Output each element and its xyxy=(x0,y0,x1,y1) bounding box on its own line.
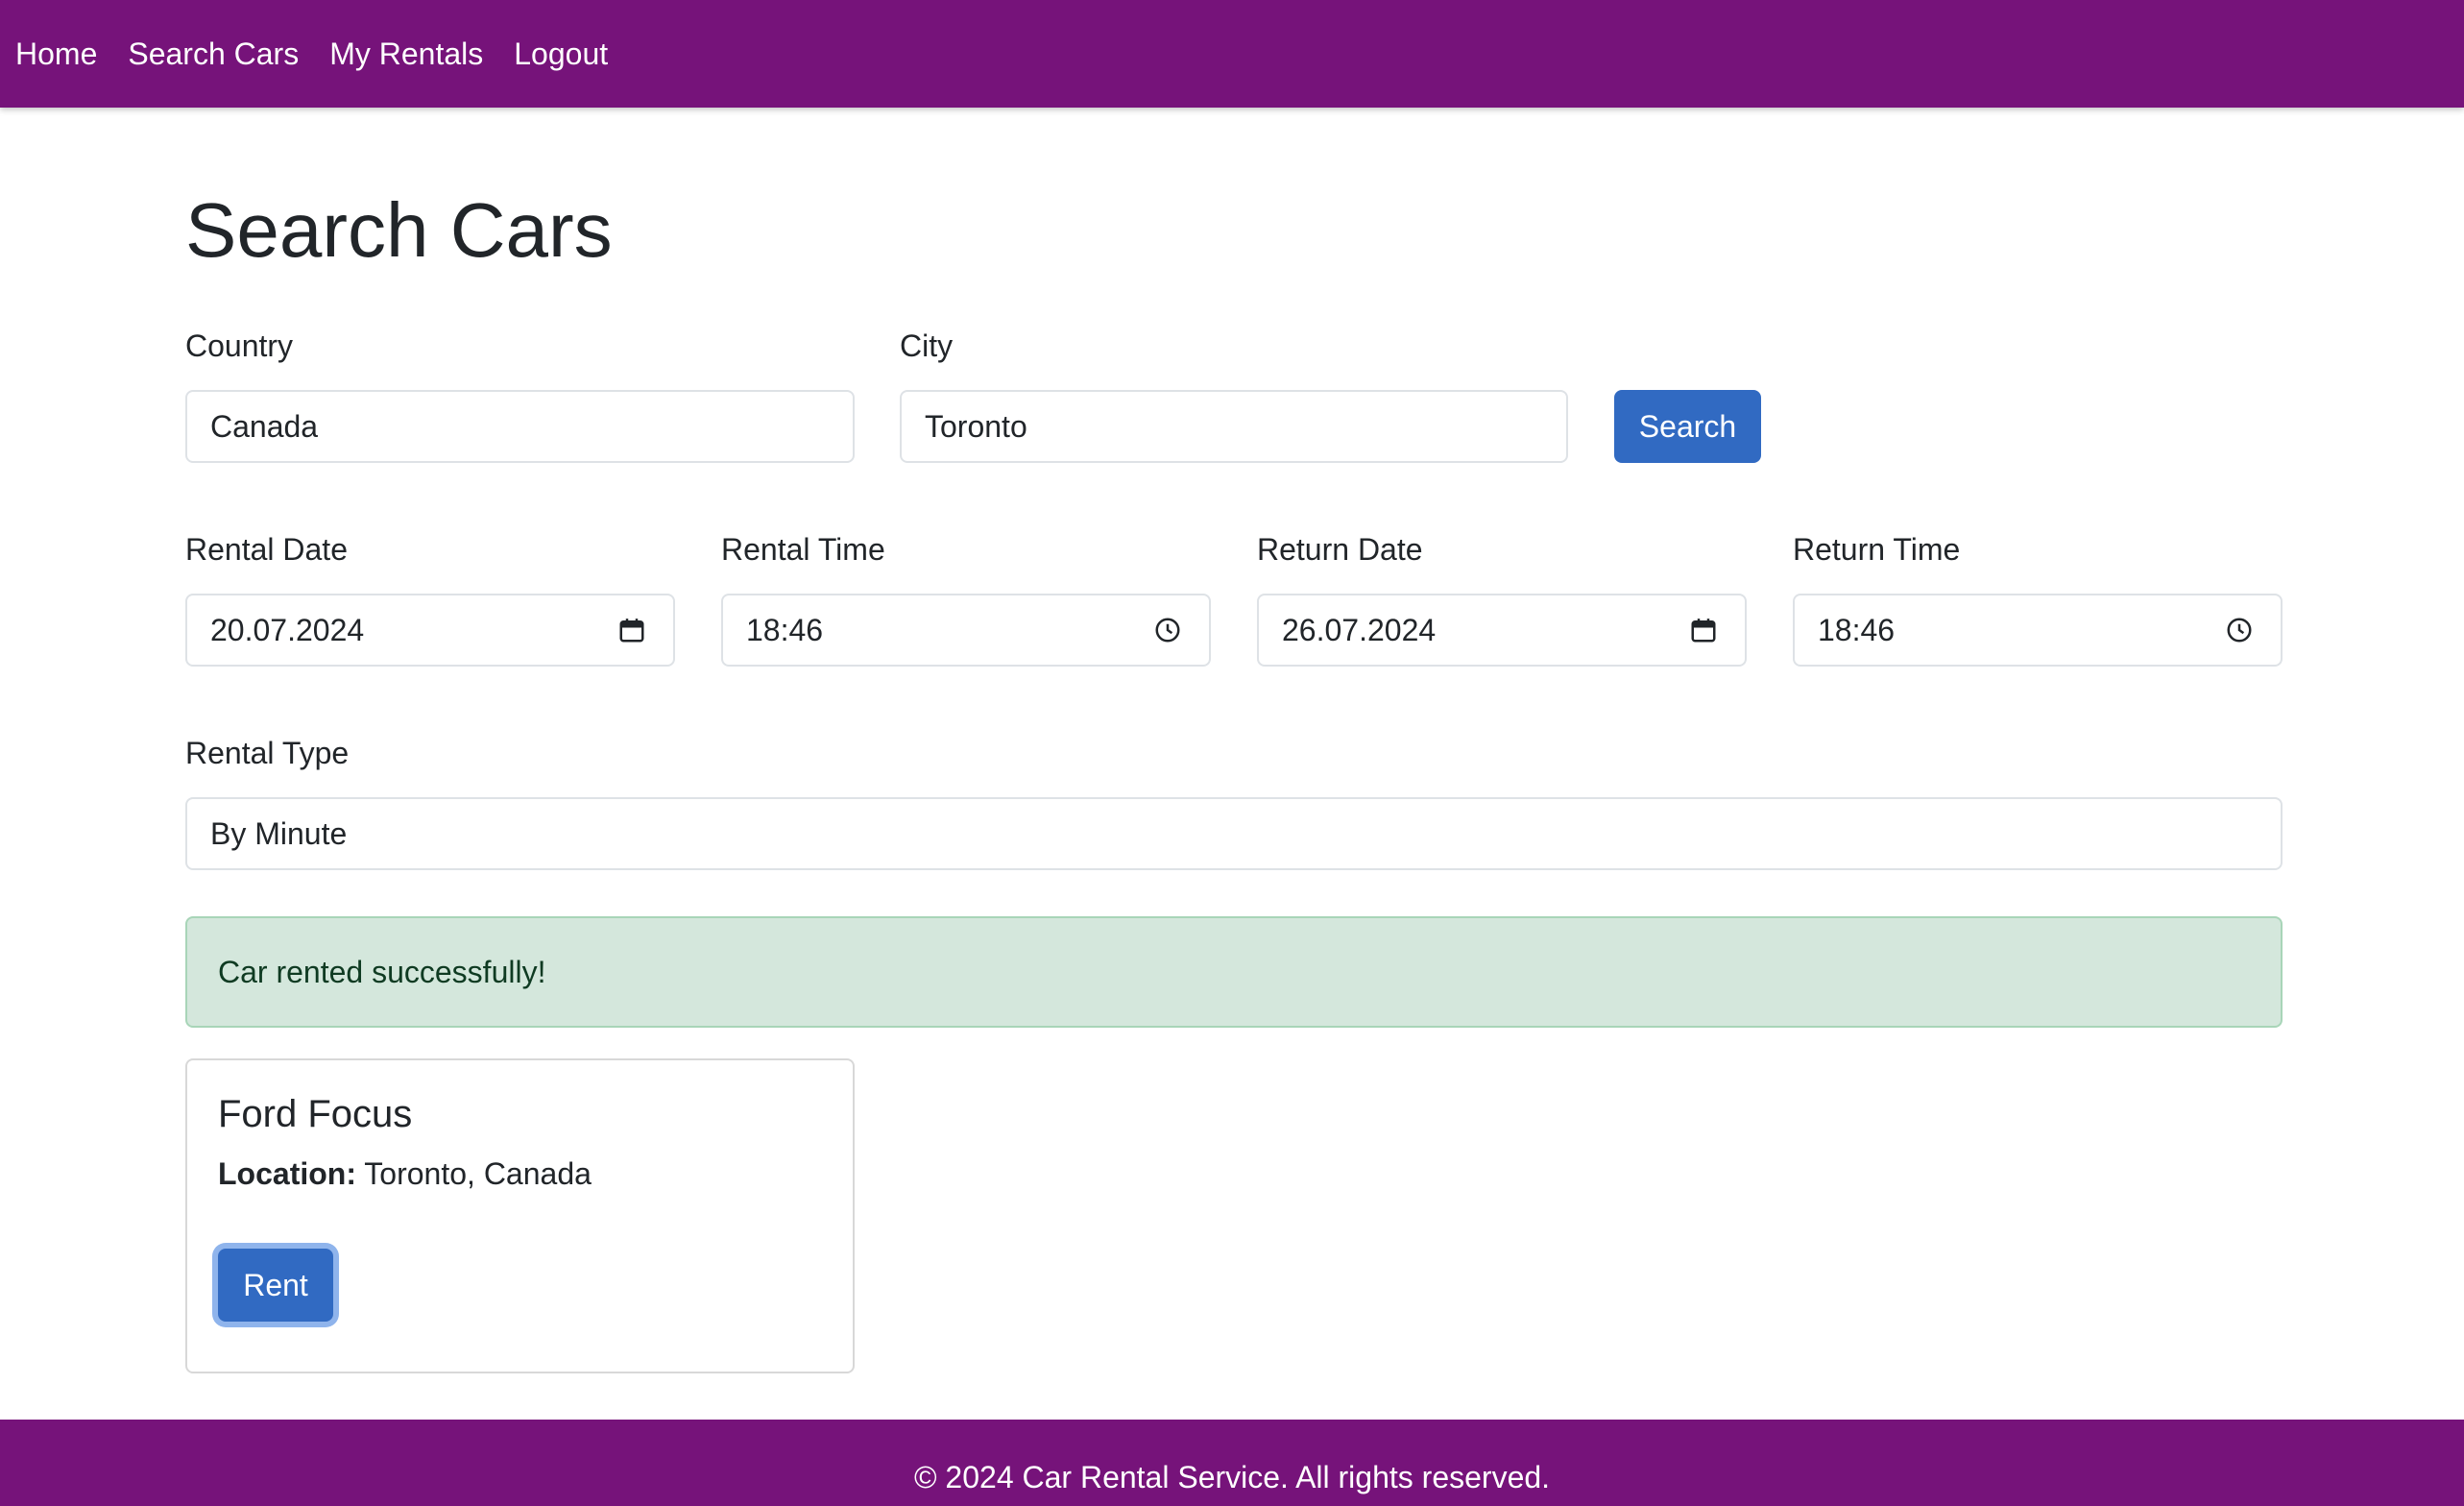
car-location: Location: Toronto, Canada xyxy=(218,1156,592,1192)
city-input[interactable] xyxy=(925,408,1543,445)
page-title: Search Cars xyxy=(185,187,613,273)
rental-type-value: By Minute xyxy=(210,815,348,851)
success-alert: Car rented successfully! xyxy=(185,916,2283,1028)
rental-time-field[interactable]: 18:46 xyxy=(721,594,1211,667)
location-label: Location: xyxy=(218,1156,356,1191)
location-value: Toronto, Canada xyxy=(364,1156,592,1191)
country-input[interactable] xyxy=(210,408,830,445)
rental-time-value: 18:46 xyxy=(746,612,824,647)
footer-text: © 2024 Car Rental Service. All rights re… xyxy=(913,1460,1551,1494)
return-date-value: 26.07.2024 xyxy=(1282,612,1437,647)
return-time-field[interactable]: 18:46 xyxy=(1793,594,2283,667)
return-time-value: 18:46 xyxy=(1818,612,1896,647)
rental-date-field[interactable]: 20.07.2024 xyxy=(185,594,675,667)
clock-icon[interactable] xyxy=(1153,614,1186,646)
rent-button[interactable]: Rent xyxy=(218,1249,333,1322)
country-field[interactable] xyxy=(185,390,855,463)
calendar-icon[interactable] xyxy=(1689,614,1722,646)
alert-message: Car rented successfully! xyxy=(218,954,546,989)
rental-date-value: 20.07.2024 xyxy=(210,612,365,647)
city-field[interactable] xyxy=(900,390,1568,463)
car-name: Ford Focus xyxy=(218,1093,413,1135)
nav-my-rentals[interactable]: My Rentals xyxy=(329,36,483,72)
nav-search-cars[interactable]: Search Cars xyxy=(128,36,299,72)
return-time-label: Return Time xyxy=(1793,532,1961,567)
calendar-icon[interactable] xyxy=(617,614,650,646)
footer: © 2024 Car Rental Service. All rights re… xyxy=(0,1420,2464,1506)
nav-home[interactable]: Home xyxy=(15,36,97,72)
top-navbar: Home Search Cars My Rentals Logout xyxy=(0,0,2464,108)
car-card: Ford Focus Location: Toronto, Canada Ren… xyxy=(185,1058,855,1373)
city-label: City xyxy=(900,328,954,363)
rental-date-label: Rental Date xyxy=(185,532,348,567)
country-label: Country xyxy=(185,328,294,363)
search-button[interactable]: Search xyxy=(1614,390,1761,463)
rental-type-select[interactable]: By Minute xyxy=(185,797,2283,870)
return-date-label: Return Date xyxy=(1257,532,1423,567)
rental-type-label: Rental Type xyxy=(185,736,350,770)
nav-logout[interactable]: Logout xyxy=(514,36,608,72)
clock-icon[interactable] xyxy=(2225,614,2258,646)
rental-time-label: Rental Time xyxy=(721,532,885,567)
return-date-field[interactable]: 26.07.2024 xyxy=(1257,594,1747,667)
